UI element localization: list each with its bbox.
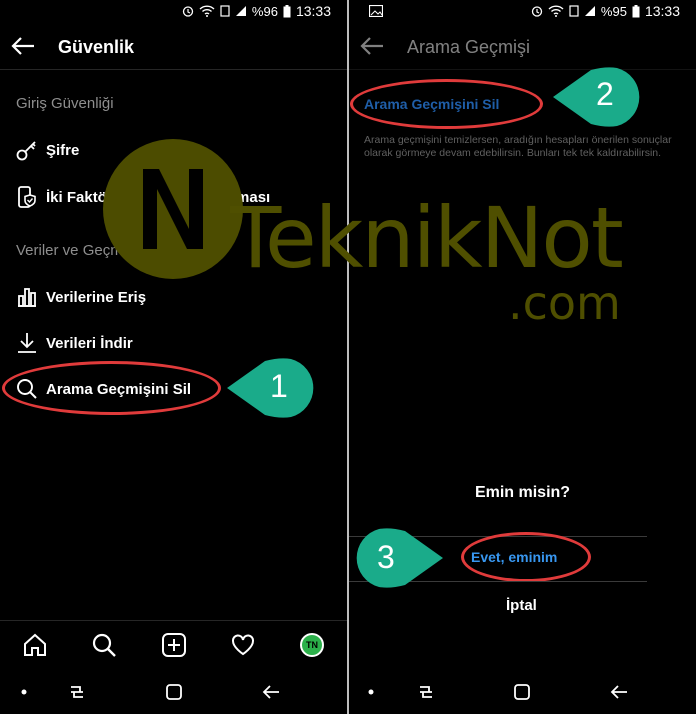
system-nav-bar <box>349 668 696 714</box>
clock: 13:33 <box>644 3 680 19</box>
menu-item-2fa[interactable]: İki Faktörlü Kimlik Doğrulaması <box>14 180 270 214</box>
back-arrow-icon[interactable] <box>10 33 36 59</box>
highlight-ellipse-2 <box>350 79 543 129</box>
gallery-icon <box>369 5 383 17</box>
app-bar: Güvenlik <box>0 22 347 70</box>
battery-percent: %96 <box>251 3 278 19</box>
avatar-initials: TN <box>306 640 318 650</box>
home-button-icon[interactable] <box>511 681 533 703</box>
recents-icon[interactable] <box>415 681 437 703</box>
download-icon <box>14 330 40 356</box>
highlight-ellipse-3 <box>461 532 591 582</box>
mute-icon <box>569 5 579 17</box>
step-3-number: 3 <box>377 539 395 575</box>
system-back-icon[interactable] <box>260 681 282 703</box>
highlight-ellipse-1 <box>2 361 221 415</box>
new-post-icon[interactable] <box>161 632 187 658</box>
home-button-icon[interactable] <box>163 681 185 703</box>
description-text: Arama geçmişini temizlersen, aradığın he… <box>364 134 672 159</box>
menu-item-label: Verileri İndir <box>46 334 133 352</box>
dot-icon[interactable] <box>13 681 35 703</box>
dot-icon[interactable] <box>360 681 382 703</box>
signal-icon <box>584 6 595 16</box>
status-bar: %95 13:33 <box>349 0 696 22</box>
battery-icon <box>632 4 640 17</box>
search-nav-icon[interactable] <box>91 632 117 658</box>
alarm-icon <box>531 6 543 17</box>
section-data-history: Veriler ve Geçmiş <box>16 242 134 259</box>
app-bar: Arama Geçmişi <box>349 22 696 70</box>
home-icon[interactable] <box>22 632 48 658</box>
signal-icon <box>235 6 246 16</box>
dialog-title: Emin misin? <box>474 484 571 501</box>
step-3-callout <box>356 528 443 588</box>
menu-item-label: İki Faktörlü Kimlik Doğrulaması <box>46 188 271 206</box>
bottom-nav: TN <box>0 620 347 668</box>
page-title: Güvenlik <box>58 37 135 57</box>
system-nav-bar <box>0 668 347 714</box>
step-1-number: 1 <box>270 368 288 404</box>
page-title: Arama Geçmişi <box>407 37 531 57</box>
step-2-number: 2 <box>596 76 614 112</box>
wifi-icon <box>199 5 215 17</box>
battery-icon <box>283 4 291 17</box>
alarm-icon <box>182 6 194 17</box>
clock: 13:33 <box>295 3 331 19</box>
menu-item-label: Verilerine Eriş <box>46 288 147 306</box>
search-history-screen: %95 13:33 Arama Geçmişi Arama Geçmişini … <box>349 0 696 714</box>
profile-avatar[interactable]: TN <box>300 633 324 657</box>
menu-item-download-data[interactable]: Verileri İndir <box>14 326 133 360</box>
menu-item-label: Şifre <box>46 141 80 159</box>
wifi-icon <box>548 5 564 17</box>
section-login-security: Giriş Güvenliği <box>16 95 114 112</box>
security-screen: %96 13:33 Güvenlik Giriş Güvenliği Şifre… <box>0 0 347 714</box>
cancel-button[interactable]: İptal <box>506 597 537 614</box>
menu-item-password[interactable]: Şifre <box>14 133 79 167</box>
system-back-icon[interactable] <box>608 681 630 703</box>
phone-shield-icon <box>14 184 40 210</box>
status-bar: %96 13:33 <box>0 0 347 22</box>
bar-chart-icon <box>14 284 40 310</box>
recents-icon[interactable] <box>66 681 88 703</box>
key-icon <box>14 137 40 163</box>
mute-icon <box>220 5 230 17</box>
heart-icon[interactable] <box>230 632 256 658</box>
battery-percent: %95 <box>600 3 627 19</box>
menu-item-access-data[interactable]: Verilerine Eriş <box>14 280 146 314</box>
back-arrow-icon[interactable] <box>359 33 385 59</box>
